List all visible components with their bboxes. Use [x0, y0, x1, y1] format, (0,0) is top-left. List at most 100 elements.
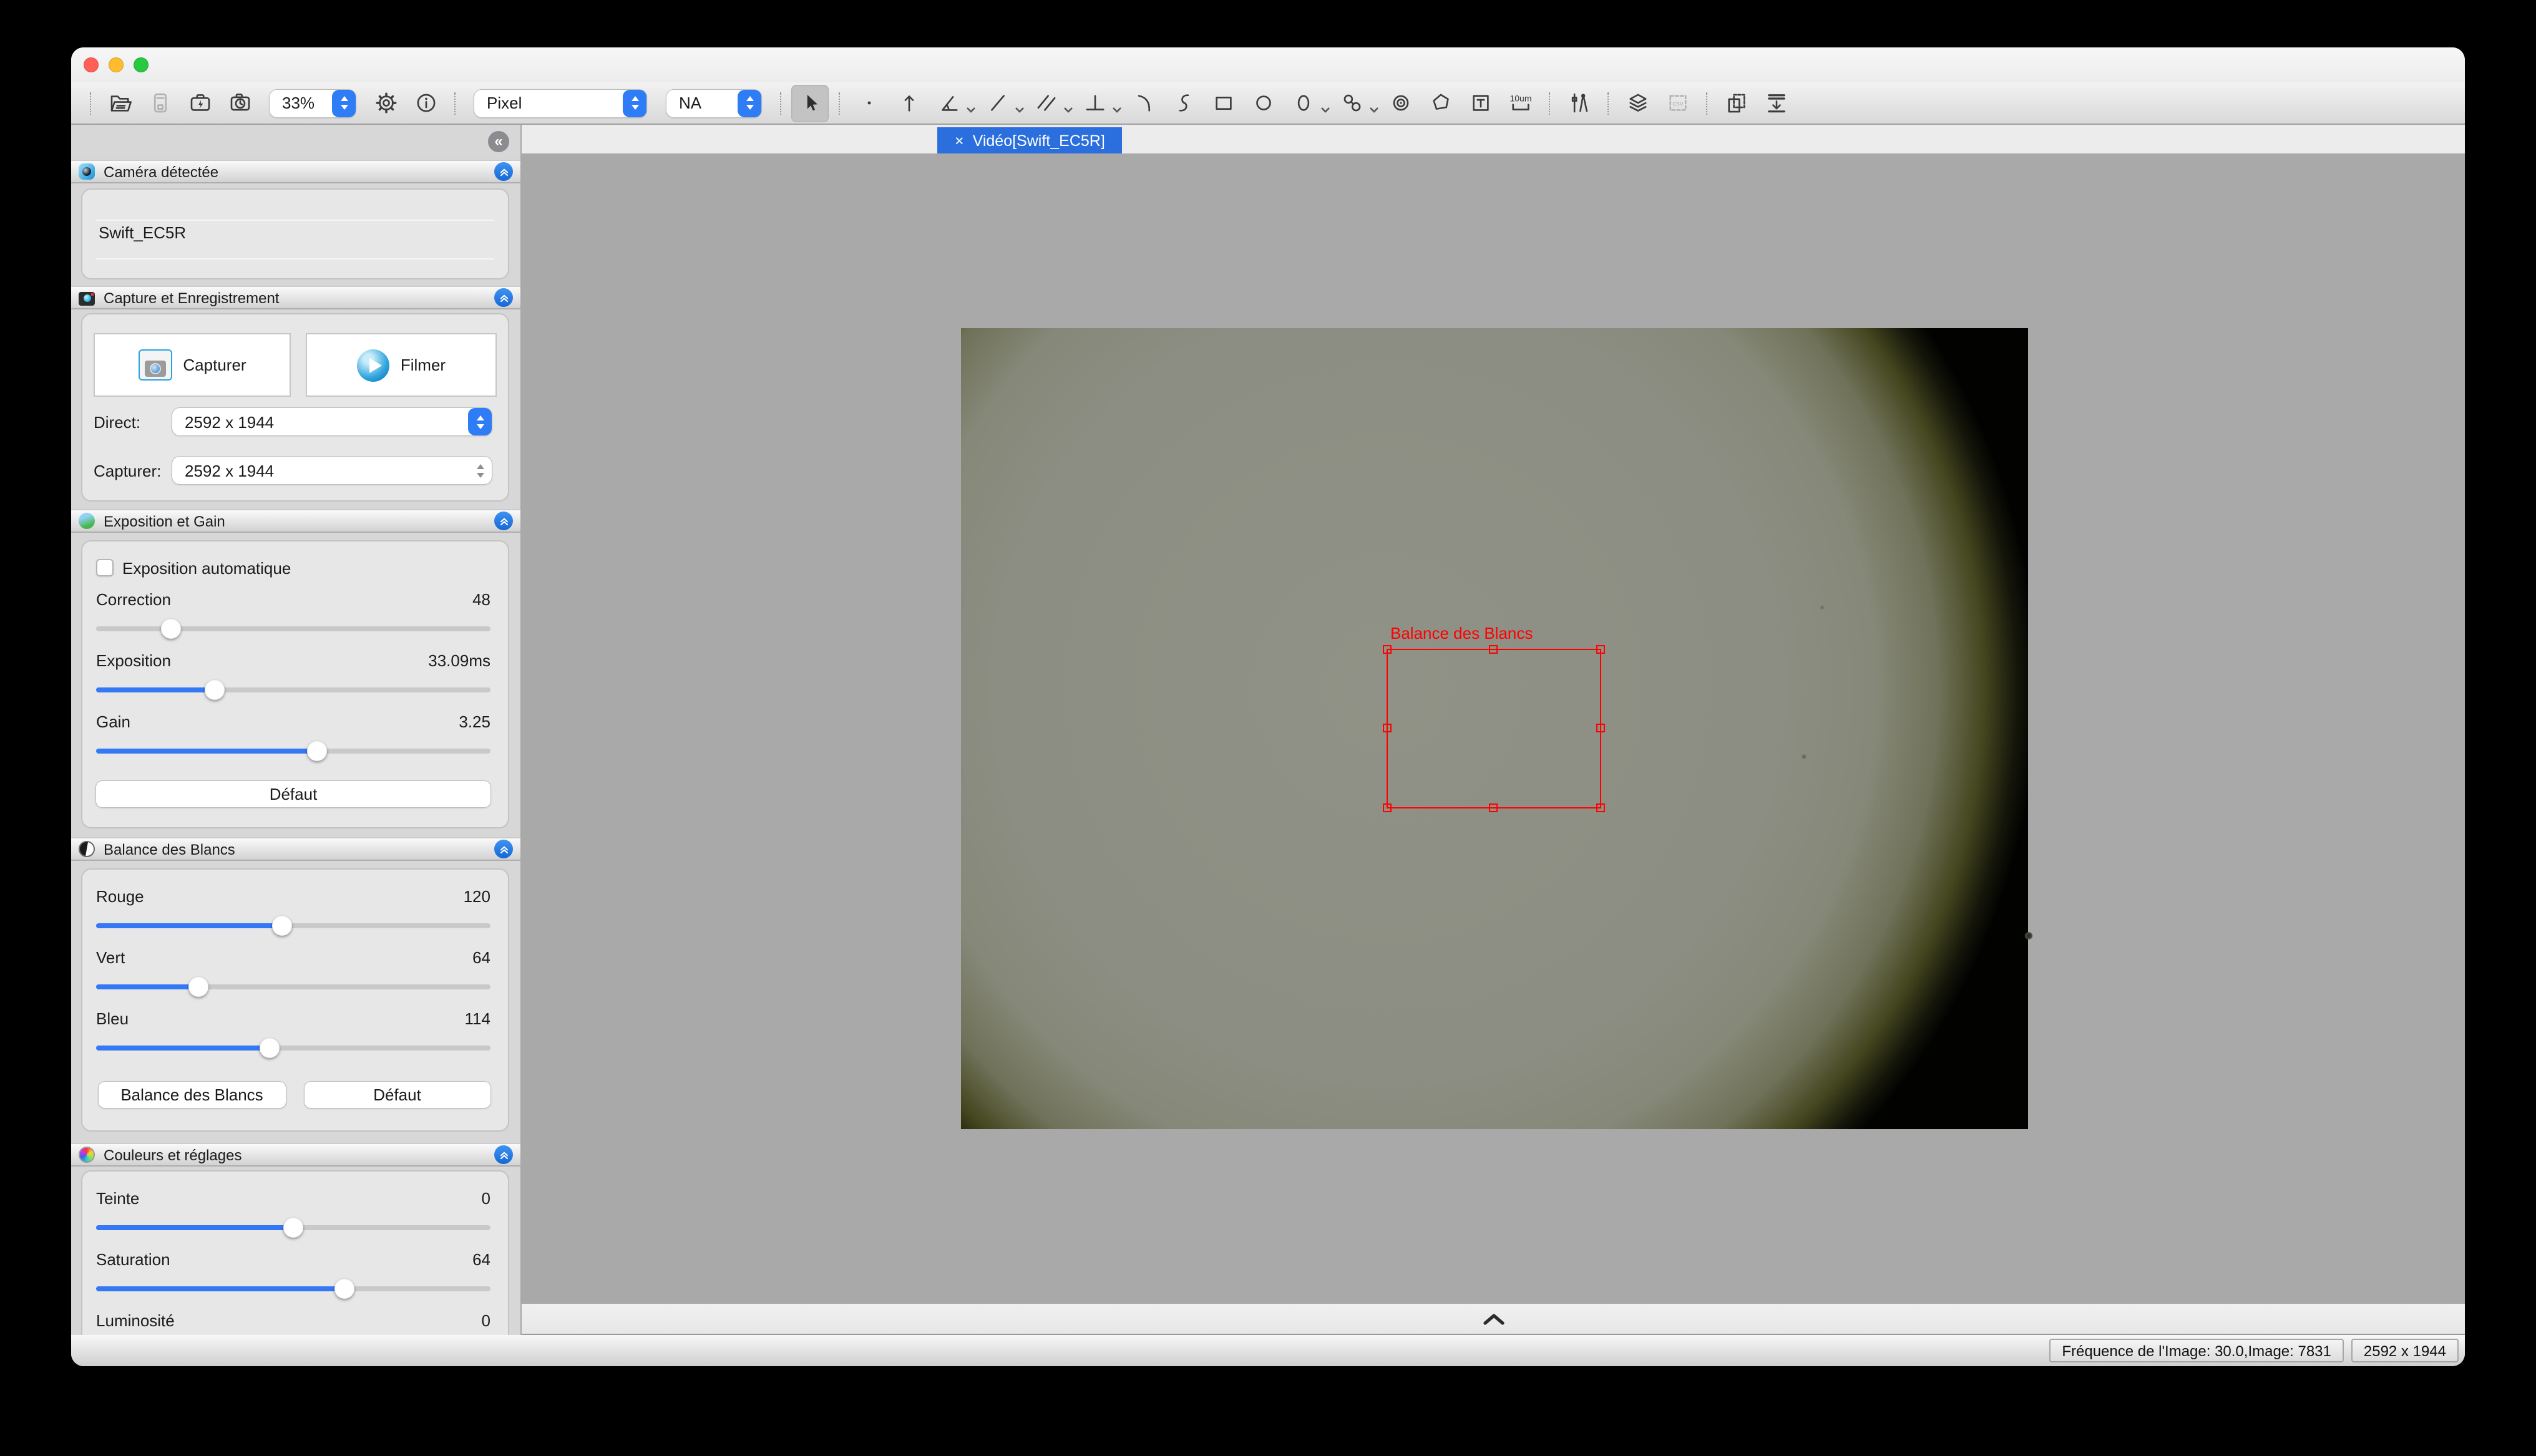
snapshot-button[interactable] [221, 84, 258, 122]
polygon-tool-button[interactable] [1422, 84, 1459, 122]
toolbar: 33% Pixel NA [71, 82, 2465, 125]
section-header-capture[interactable]: Capture et Enregistrement [71, 286, 520, 309]
minimize-window-button[interactable] [109, 57, 124, 72]
dust-speck [1801, 754, 1807, 760]
chevron-down-icon[interactable] [1320, 98, 1330, 108]
green-slider[interactable] [96, 977, 490, 997]
blue-slider[interactable] [96, 1038, 490, 1058]
hue-slider[interactable] [96, 1218, 490, 1238]
section-header-exposure[interactable]: Exposition et Gain [71, 509, 520, 533]
slider-thumb[interactable] [307, 741, 327, 761]
chevron-up-circle-icon[interactable] [494, 162, 513, 181]
record-button[interactable]: Filmer [306, 333, 497, 397]
zoom-select[interactable]: 33% [270, 89, 356, 117]
arc-tool-button[interactable] [1124, 84, 1162, 122]
roi-handle[interactable] [1383, 724, 1392, 732]
toolbar-separator [454, 92, 456, 114]
section-title: Balance des Blancs [104, 840, 494, 858]
layers-button[interactable] [1619, 84, 1656, 122]
auto-exposure-checkbox[interactable] [96, 559, 114, 576]
slider-thumb[interactable] [188, 977, 208, 997]
perpendicular-tool-button[interactable] [1076, 84, 1113, 122]
slider-thumb[interactable] [334, 1279, 354, 1299]
white-balance-roi[interactable] [1387, 649, 1601, 808]
chevron-up-circle-icon[interactable] [494, 288, 513, 307]
roi-handle[interactable] [1596, 803, 1605, 812]
chevron-down-icon[interactable] [966, 98, 976, 108]
roi-handle[interactable] [1596, 724, 1605, 732]
roi-handle[interactable] [1383, 645, 1392, 654]
parallel-tool-button[interactable] [1027, 84, 1065, 122]
calipers-button[interactable] [1560, 84, 1597, 122]
section-header-camera[interactable]: Caméra détectée [71, 160, 520, 183]
settings-button[interactable] [367, 84, 404, 122]
copy-button[interactable] [1717, 84, 1755, 122]
open-folder-icon [107, 90, 133, 116]
ellipse-tool-button[interactable] [1284, 84, 1322, 122]
curve-tool-button[interactable] [1164, 84, 1202, 122]
chevron-up-circle-icon[interactable] [494, 840, 513, 858]
exposure-default-button[interactable]: Défaut [96, 781, 490, 807]
concentric-circle-tool-button[interactable] [1382, 84, 1419, 122]
exposure-panel: Exposition automatique Correction48 Expo… [81, 540, 509, 828]
chevron-down-icon[interactable] [1063, 98, 1073, 108]
collapse-sidebar-button[interactable]: « [488, 131, 509, 152]
rectangle-tool-button[interactable] [1204, 84, 1242, 122]
scalebar-tool-button[interactable]: 10um [1501, 84, 1539, 122]
gain-slider[interactable] [96, 741, 490, 761]
section-header-white-balance[interactable]: Balance des Blancs [71, 837, 520, 861]
line-tool-button[interactable] [978, 84, 1016, 122]
video-canvas[interactable]: Balance des Blancs [522, 153, 2465, 1304]
close-tab-icon[interactable]: × [955, 132, 964, 149]
text-tool-button[interactable] [1461, 84, 1499, 122]
slider-thumb[interactable] [205, 680, 225, 700]
roi-handle[interactable] [1383, 803, 1392, 812]
slider-thumb[interactable] [260, 1038, 280, 1058]
camera-device-name[interactable]: Swift_EC5R [99, 223, 186, 242]
chevron-up-circle-icon[interactable] [494, 1145, 513, 1164]
saturation-slider[interactable] [96, 1279, 490, 1299]
sidebar-top: « [71, 125, 520, 160]
correction-slider[interactable] [96, 619, 490, 639]
layers-icon [1624, 90, 1651, 116]
capture-button[interactable]: Capturer [94, 333, 291, 397]
chevron-down-icon[interactable] [1369, 98, 1379, 108]
concentric-circle-tool-icon [1387, 90, 1413, 116]
circle-tool-button[interactable] [1244, 84, 1282, 122]
slider-thumb[interactable] [161, 619, 181, 639]
section-header-colors[interactable]: Couleurs et réglages [71, 1143, 520, 1167]
export-button[interactable] [1757, 84, 1795, 122]
linked-circles-tool-button[interactable] [1333, 84, 1370, 122]
bottom-panel-toggle[interactable] [522, 1304, 2465, 1335]
zoom-window-button[interactable] [134, 57, 149, 72]
slider-value: 64 [472, 1250, 490, 1268]
magnification-select[interactable]: NA [666, 89, 761, 117]
unit-select[interactable]: Pixel [474, 89, 646, 117]
info-button[interactable] [407, 84, 444, 122]
chevron-down-icon[interactable] [1112, 98, 1122, 108]
angle-tool-button[interactable] [930, 84, 967, 122]
point-tool-button[interactable] [850, 84, 887, 122]
tab-video[interactable]: × Vidéo[Swift_EC5R] [937, 127, 1123, 153]
arrow-tool-button[interactable] [890, 84, 927, 122]
white-balance-default-button[interactable]: Défaut [304, 1082, 490, 1108]
white-balance-button[interactable]: Balance des Blancs [99, 1082, 285, 1108]
red-slider[interactable] [96, 916, 490, 936]
live-resolution-select[interactable]: 2592 x 1944 [172, 408, 492, 435]
roi-handle[interactable] [1489, 803, 1498, 812]
roi-handle[interactable] [1489, 645, 1498, 654]
cursor-tool-icon [797, 90, 823, 116]
snap-resolution-select[interactable]: 2592 x 1944 [172, 457, 492, 484]
close-window-button[interactable] [84, 57, 99, 72]
exposure-slider[interactable] [96, 680, 490, 700]
chevron-down-icon[interactable] [1015, 98, 1025, 108]
slider-thumb[interactable] [283, 1218, 303, 1238]
slider-label: Saturation [96, 1250, 170, 1268]
chevron-up-circle-icon[interactable] [494, 512, 513, 530]
open-folder-button[interactable] [101, 84, 139, 122]
roi-handle[interactable] [1596, 645, 1605, 654]
tab-bar: × Vidéo[Swift_EC5R] [522, 125, 2465, 153]
record-video-button[interactable] [181, 84, 218, 122]
slider-thumb[interactable] [271, 916, 291, 936]
cursor-tool-button[interactable] [791, 84, 829, 122]
